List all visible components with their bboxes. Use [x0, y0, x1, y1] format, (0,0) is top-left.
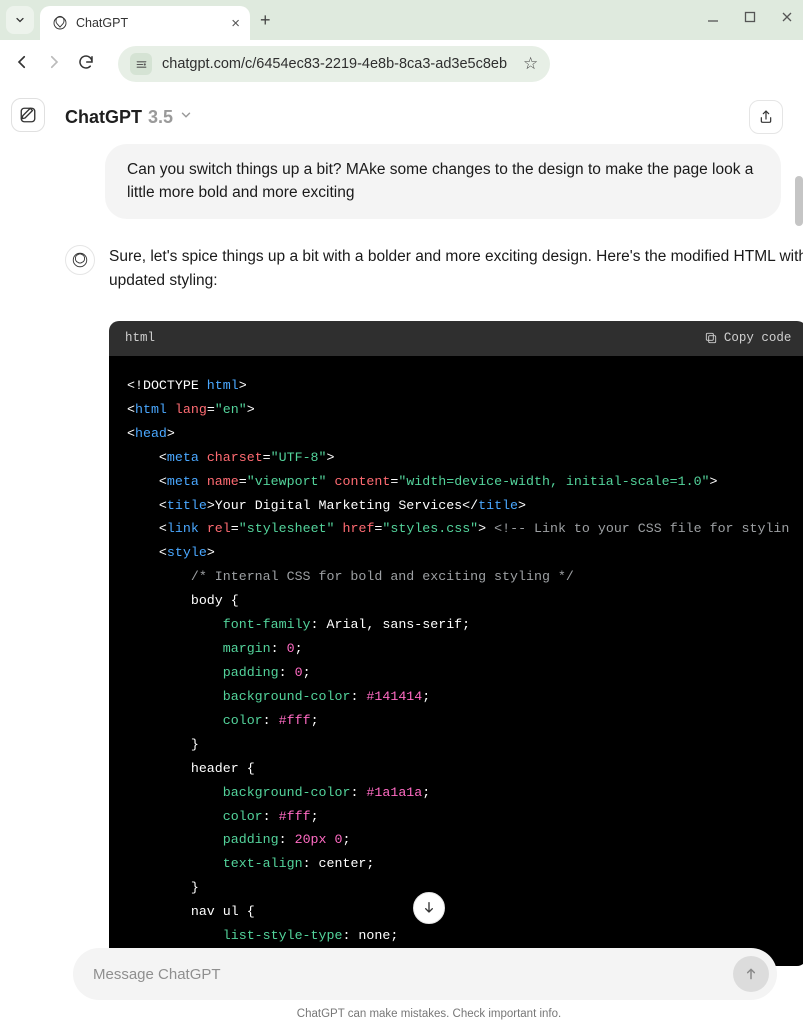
close-window-icon[interactable] — [781, 10, 793, 28]
send-button[interactable] — [733, 956, 769, 992]
copy-code-button[interactable]: Copy code — [704, 329, 792, 348]
composer[interactable] — [73, 948, 777, 1000]
assistant-message: Sure, let's spice things up a bit with a… — [109, 245, 803, 966]
close-tab-icon[interactable]: × — [231, 15, 240, 32]
model-version: 3.5 — [148, 107, 173, 128]
message-input[interactable] — [93, 966, 733, 983]
share-button[interactable] — [749, 100, 783, 134]
assistant-avatar — [65, 245, 95, 275]
site-settings-icon[interactable] — [130, 53, 152, 75]
user-message: Can you switch things up a bit? MAke som… — [105, 144, 781, 219]
minimize-icon[interactable] — [707, 10, 719, 28]
url-text: chatgpt.com/c/6454ec83-2219-4e8b-8ca3-ad… — [162, 56, 507, 72]
openai-favicon — [52, 15, 68, 31]
scrollbar[interactable] — [795, 176, 803, 226]
address-bar[interactable]: chatgpt.com/c/6454ec83-2219-4e8b-8ca3-ad… — [118, 46, 550, 82]
maximize-icon[interactable] — [744, 10, 756, 28]
new-chat-button[interactable] — [11, 98, 45, 132]
new-tab-button[interactable]: + — [260, 10, 271, 31]
scroll-down-button[interactable] — [413, 892, 445, 924]
model-name[interactable]: ChatGPT — [65, 107, 142, 128]
tab-title: ChatGPT — [76, 16, 128, 30]
bookmark-star-icon[interactable]: ☆ — [523, 54, 538, 74]
forward-button — [44, 53, 64, 76]
code-lang-label: html — [125, 329, 155, 348]
code-block: html Copy code <!DOCTYPE html> <html lan… — [109, 321, 803, 966]
reload-button[interactable] — [76, 53, 96, 76]
back-button[interactable] — [12, 53, 32, 76]
chevron-down-icon[interactable] — [179, 108, 193, 127]
footer-disclaimer: ChatGPT can make mistakes. Check importa… — [55, 1008, 803, 1020]
browser-menu-dropdown[interactable] — [6, 6, 34, 34]
browser-tab[interactable]: ChatGPT × — [40, 6, 250, 40]
